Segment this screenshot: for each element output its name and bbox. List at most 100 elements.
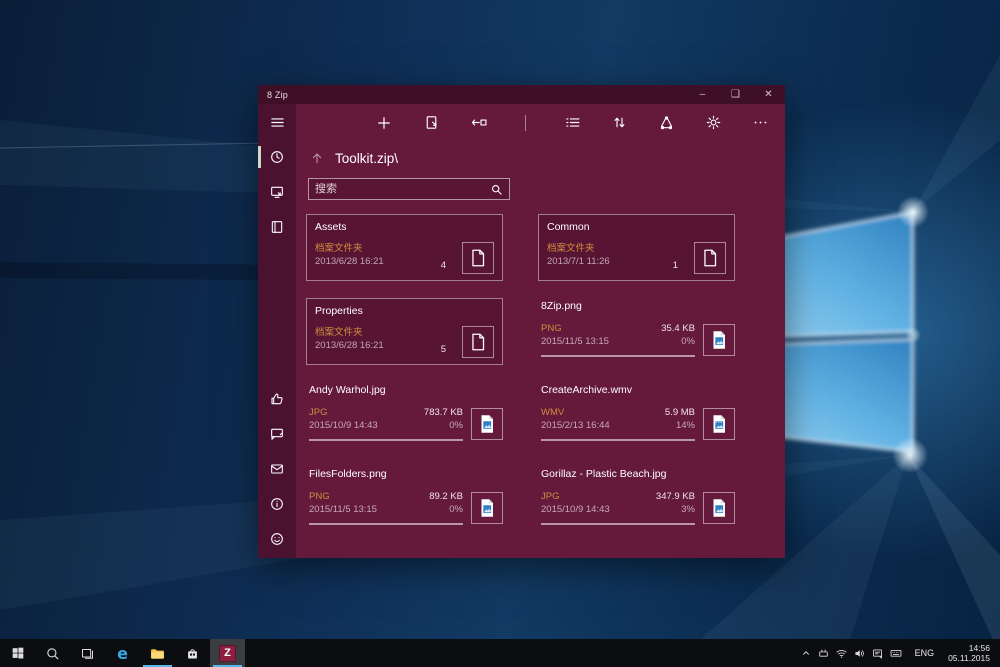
item-type: 档案文件夹: [315, 242, 363, 255]
maximize-button[interactable]: ❑: [719, 85, 752, 104]
file-tile[interactable]: Andy Warhol.jpgJPG783.7 KB 2015/10/9 14:…: [306, 382, 503, 449]
breadcrumb[interactable]: Toolkit.zip\: [308, 146, 785, 170]
item-type: PNG: [309, 490, 330, 503]
item-name: CreateArchive.wmv: [541, 384, 735, 396]
item-type: 档案文件夹: [315, 326, 363, 339]
item-meta: PNG 89.2 KB 2015/11/5 13:15 0%: [309, 490, 463, 525]
volume-icon[interactable]: [851, 639, 869, 667]
item-date: 2013/6/28 16:21: [315, 255, 384, 268]
wifi-icon[interactable]: [833, 639, 851, 667]
open-device-icon[interactable]: [258, 183, 296, 201]
item-percent: 0%: [449, 419, 463, 432]
item-date: 2015/11/5 13:15: [309, 503, 377, 516]
item-meta: 档案文件夹 2013/6/28 16:21: [315, 326, 437, 357]
taskbar-search-taskbar-button[interactable]: [35, 639, 70, 667]
toolbar-divider: [516, 114, 534, 132]
item-date: 2015/10/9 14:43: [309, 419, 378, 432]
item-date: 2015/10/9 14:43: [541, 503, 610, 516]
start-taskbar-button[interactable]: [0, 639, 35, 667]
item-name: Assets: [315, 221, 494, 233]
folder-tile[interactable]: Assets档案文件夹 2013/6/28 16:214: [306, 214, 503, 281]
file-tile[interactable]: FilesFolders.png PNG 89.2 KB 2015/11/5 13:…: [306, 466, 503, 533]
tray-device-icon[interactable]: [815, 639, 833, 667]
item-percent: 0%: [681, 335, 695, 348]
item-date: 2015/2/13 16:44: [541, 419, 610, 432]
settings-button[interactable]: [704, 114, 722, 132]
add-button[interactable]: [375, 114, 393, 132]
about-icon[interactable]: [258, 495, 296, 513]
open-archive-button[interactable]: [422, 114, 440, 132]
folder-file-icon: [694, 242, 726, 274]
folder-tile[interactable]: Properties档案文件夹 2013/6/28 16:215: [306, 298, 503, 365]
more-button[interactable]: [751, 114, 769, 132]
taskbar: e Z ENG 14:56 05.11.2015: [0, 639, 1000, 667]
file-tile[interactable]: 8Zip.png PNG 35.4 KB 2015/11/5 13:15 0%: [538, 298, 735, 365]
sidebar-top-group: [258, 113, 296, 236]
library-icon[interactable]: [258, 218, 296, 236]
image-file-icon: [703, 324, 735, 356]
item-type: 档案文件夹: [547, 242, 595, 255]
item-details: PNG 89.2 KB 2015/11/5 13:15 0%: [309, 490, 503, 525]
file-tile[interactable]: Gorillaz - Plastic Beach.jpgJPG347.9 KB …: [538, 466, 735, 533]
item-size: 5.9 MB: [665, 406, 695, 419]
menu-icon[interactable]: [258, 113, 296, 131]
item-meta: PNG 35.4 KB 2015/11/5 13:15 0%: [541, 322, 695, 357]
item-name: FilesFolders.png: [309, 468, 503, 480]
task-view-taskbar-button[interactable]: [70, 639, 105, 667]
item-size: 783.7 KB: [424, 406, 463, 419]
eight-zip-taskbar-button[interactable]: Z: [210, 639, 245, 667]
folder-file-icon: [462, 326, 494, 358]
item-percent: 3%: [681, 503, 695, 516]
image-file-icon: [471, 492, 503, 524]
item-name: 8Zip.png: [541, 300, 735, 312]
item-size: 35.4 KB: [661, 322, 695, 335]
folder-tile[interactable]: Common档案文件夹 2013/7/1 11:261: [538, 214, 735, 281]
file-explorer-taskbar-button[interactable]: [140, 639, 175, 667]
item-details: PNG 35.4 KB 2015/11/5 13:15 0%: [541, 322, 735, 357]
item-date: 2015/11/5 13:15: [541, 335, 609, 348]
store-taskbar-button[interactable]: [175, 639, 210, 667]
item-percent: 0%: [449, 503, 463, 516]
multi-select-button[interactable]: [563, 114, 581, 132]
touch-keyboard-icon[interactable]: [887, 639, 905, 667]
extract-button[interactable]: [469, 114, 487, 132]
sort-button[interactable]: [610, 114, 628, 132]
language-indicator[interactable]: ENG: [911, 648, 939, 658]
item-meta: JPG347.9 KB 2015/10/9 14:433%: [541, 490, 695, 525]
item-progress-bar: [541, 355, 695, 357]
file-tile[interactable]: CreateArchive.wmvWMV5.9 MB 2015/2/13 16:…: [538, 382, 735, 449]
mail-icon[interactable]: [258, 460, 296, 478]
recent-icon[interactable]: [258, 148, 296, 166]
item-percent: 14%: [676, 419, 695, 432]
chevron-up-icon[interactable]: [797, 639, 815, 667]
item-date: 2013/6/28 16:21: [315, 339, 384, 352]
item-meta: WMV5.9 MB 2015/2/13 16:4414%: [541, 406, 695, 441]
taskbar-clock[interactable]: 14:56 05.11.2015: [944, 643, 994, 663]
tray-icon-group: [797, 639, 905, 667]
action-center-icon[interactable]: [869, 639, 887, 667]
sidebar-bottom-group: [258, 390, 296, 548]
video-file-icon: [703, 408, 735, 440]
window-titlebar[interactable]: 8 Zip – ❑ ✕: [258, 85, 785, 104]
edge-taskbar-button[interactable]: e: [105, 639, 140, 667]
search-icon[interactable]: [489, 182, 503, 196]
feedback-icon[interactable]: [258, 425, 296, 443]
breadcrumb-path: Toolkit.zip\: [335, 151, 398, 166]
search-box[interactable]: [308, 178, 510, 200]
item-type: JPG: [309, 406, 327, 419]
clock-time: 14:56: [969, 643, 990, 653]
share-button[interactable]: [657, 114, 675, 132]
minimize-button[interactable]: –: [686, 85, 719, 104]
item-details: JPG 783.7 KB 2015/10/9 14:43 0%: [309, 406, 503, 441]
close-button[interactable]: ✕: [752, 85, 785, 104]
fun-icon[interactable]: [258, 530, 296, 548]
search-input[interactable]: [315, 183, 489, 195]
window-body: Toolkit.zip\ Assets 档案文件夹 2013/6/28 16:21…: [258, 104, 785, 558]
item-size: 89.2 KB: [429, 490, 463, 503]
item-type: PNG: [541, 322, 562, 335]
eight-zip-icon: Z: [219, 645, 236, 662]
up-arrow-icon[interactable]: [308, 149, 326, 167]
item-date: 2013/7/1 11:26: [547, 255, 610, 268]
8zip-app-window: 8 Zip – ❑ ✕ Toolkit.zip\ Assets 档案文件夹 201…: [258, 85, 785, 558]
rate-icon[interactable]: [258, 390, 296, 408]
